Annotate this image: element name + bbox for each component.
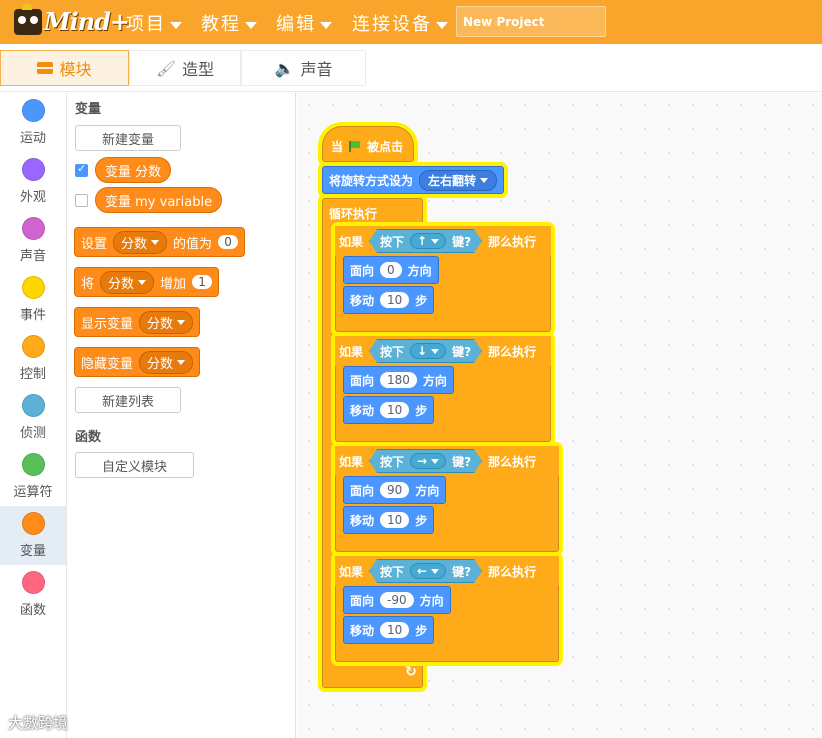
loop-arrow-icon: ↻ [405,664,417,680]
chevron-down-icon [170,21,182,29]
chevron-down-icon [320,21,332,29]
blocks-icon [37,62,54,74]
sound-color-icon [21,217,45,240]
motion-color-icon [21,99,45,122]
category-operators[interactable]: 运算符 [0,447,66,506]
when-flag-clicked-block[interactable]: 当 被点击 [322,126,414,162]
key-pressed-condition[interactable]: 按下 ↑ 键? [369,229,482,253]
direction-input[interactable]: 0 [380,262,402,278]
move-steps-block[interactable]: 移动 10 步 [343,506,435,534]
move-steps-block[interactable]: 移动 10 步 [343,396,435,424]
tab-sounds[interactable]: 🔈 声音 [241,50,366,86]
key-dropdown[interactable]: ↑ [410,233,446,249]
direction-input[interactable]: 90 [380,482,410,498]
new-list-button[interactable]: 新建列表 [75,387,181,413]
key-pressed-condition[interactable]: 按下 → 键? [369,449,482,473]
menu-tutorial[interactable]: 教程 [201,10,257,36]
menu-edit[interactable]: 编辑 [276,10,332,36]
menu-connect-device[interactable]: 连接设备 [352,10,448,36]
operators-color-icon [21,453,45,476]
point-direction-block[interactable]: 面向 90 方向 [343,476,447,504]
if-header: 如果 按下 ↓ 键? 那么执行 [335,336,551,366]
steps-input[interactable]: 10 [380,292,410,308]
steps-input[interactable]: 10 [380,402,410,418]
set-rotation-style-block[interactable]: 将旋转方式设为 左右翻转 [322,166,505,194]
tab-costumes[interactable]: 🖌 造型 [129,50,241,86]
key-dropdown[interactable]: → [410,453,446,469]
steps-input[interactable]: 10 [380,622,410,638]
change-variable-block[interactable]: 将 分数 增加 1 [74,267,220,297]
block-palette: 变量 新建变量 变量 分数 变量 my variable 设置 分数 的值为 0… [67,93,296,738]
speaker-icon: 🔈 [274,58,295,78]
value-input[interactable]: 0 [218,235,239,249]
steps-input[interactable]: 10 [380,512,410,528]
rotation-style-dropdown[interactable]: 左右翻转 [419,169,498,191]
set-variable-block[interactable]: 设置 分数 的值为 0 [74,227,246,257]
variable-dropdown[interactable]: 分数 [139,350,194,374]
editor-tabs: 模块 🖌 造型 🔈 声音 [0,44,822,92]
category-variables[interactable]: 变量 [0,506,66,565]
key-dropdown[interactable]: ↓ [410,343,446,359]
if-header: 如果 按下 ← 键? 那么执行 [335,556,559,586]
top-menu-bar: Mind+ 项目 教程 编辑 连接设备 New Project [0,0,822,44]
if-header: 如果 按下 → 键? 那么执行 [335,446,559,476]
category-events[interactable]: 事件 [0,270,66,329]
category-functions[interactable]: 函数 [0,565,66,624]
variable-my-variable-checkbox[interactable] [75,194,88,207]
category-looks[interactable]: 外观 [0,152,66,211]
point-direction-block[interactable]: 面向 180 方向 [343,366,454,394]
variable-score-reporter[interactable]: 变量 分数 [95,157,172,183]
key-pressed-condition[interactable]: 按下 ← 键? [369,559,482,583]
sensing-color-icon [21,394,45,417]
category-motion[interactable]: 运动 [0,93,66,152]
move-steps-block[interactable]: 移动 10 步 [343,616,435,644]
functions-color-icon [21,571,45,594]
point-direction-block[interactable]: 面向 0 方向 [343,256,439,284]
point-direction-block[interactable]: 面向 -90 方向 [343,586,451,614]
variable-dropdown[interactable]: 分数 [139,310,194,334]
direction-input[interactable]: -90 [380,592,414,608]
menu-project[interactable]: 项目 [126,10,182,36]
functions-section-title: 函数 [75,430,102,445]
events-color-icon [21,276,45,299]
if-header: 如果 按下 ↑ 键? 那么执行 [335,226,551,256]
key-dropdown[interactable]: ← [410,563,446,579]
project-title-input[interactable]: New Project [456,6,606,37]
variables-color-icon [21,512,45,535]
direction-input[interactable]: 180 [380,372,417,388]
move-steps-block[interactable]: 移动 10 步 [343,286,435,314]
value-input[interactable]: 1 [192,275,213,289]
variable-dropdown[interactable]: 分数 [100,270,155,294]
logo-text: Mind+ [44,7,130,36]
category-menu: 运动 外观 声音 事件 控制 侦测 运算符 变量 函数 [0,93,67,738]
variable-dropdown[interactable]: 分数 [113,230,168,254]
key-pressed-condition[interactable]: 按下 ↓ 键? [369,339,482,363]
chevron-down-icon [436,21,448,29]
brush-icon: 🖌 [155,58,177,78]
new-variable-button[interactable]: 新建变量 [75,125,181,151]
green-flag-icon [349,140,361,152]
category-sensing[interactable]: 侦测 [0,388,66,447]
variable-score-checkbox[interactable] [75,162,88,177]
variables-section-title: 变量 [75,102,102,117]
mindplus-logo: Mind+ [14,4,130,36]
control-color-icon [21,335,45,358]
variable-my-variable-reporter[interactable]: 变量 my variable [95,187,223,213]
show-variable-block[interactable]: 显示变量 分数 [74,307,201,337]
category-sound[interactable]: 声音 [0,211,66,270]
hide-variable-block[interactable]: 隐藏变量 分数 [74,347,201,377]
chevron-down-icon [245,21,257,29]
looks-color-icon [21,158,45,181]
watermark: 大數跨境 [8,714,69,732]
category-control[interactable]: 控制 [0,329,66,388]
robot-logo-icon [14,4,42,35]
script-workspace[interactable]: 当 被点击 将旋转方式设为 左右翻转 循环执行 ↻ 如果 按下 ↑ 键? 那么执… [297,93,822,738]
tab-blocks[interactable]: 模块 [0,50,129,86]
custom-block-button[interactable]: 自定义模块 [75,452,194,478]
